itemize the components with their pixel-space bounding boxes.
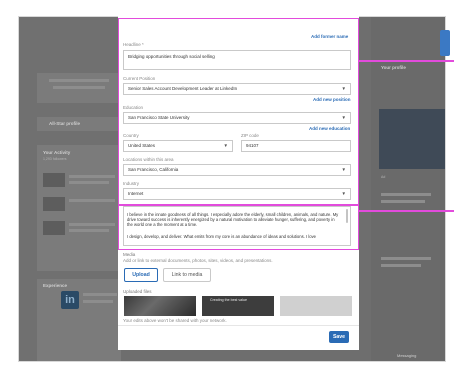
- upload-button[interactable]: Upload: [124, 268, 158, 282]
- experience-card: [37, 279, 121, 361]
- locations-select[interactable]: San Francisco, California ▼: [123, 164, 351, 176]
- activity-thumbnail: [43, 197, 65, 211]
- messaging-bar-label[interactable]: Messaging: [397, 353, 416, 358]
- uploaded-file-thumbnail[interactable]: [280, 296, 352, 316]
- industry-label: Industry: [123, 181, 140, 186]
- background-line: [69, 229, 109, 232]
- activity-count: 1,293 followers: [43, 157, 67, 161]
- background-line: [83, 300, 113, 303]
- activity-thumbnail: [43, 221, 65, 235]
- current-position-select[interactable]: Senior Sales Account Development Leader …: [123, 83, 351, 95]
- background-line: [381, 200, 425, 203]
- highlight-connector-bottom: [359, 210, 454, 212]
- country-select[interactable]: United States ▼: [123, 140, 233, 152]
- education-label: Education: [123, 105, 144, 110]
- summary-paragraph-1: I believe in the innate goodness of all …: [127, 212, 339, 228]
- background-line: [49, 79, 109, 82]
- right-rail-ad-label: Ad: [381, 175, 386, 179]
- uploaded-file-thumbnail[interactable]: Creating the best value: [202, 296, 274, 316]
- add-new-position-link[interactable]: Add new position: [313, 97, 351, 102]
- current-position-value: Senior Sales Account Development Leader …: [128, 86, 238, 91]
- background-line: [69, 181, 109, 184]
- save-button[interactable]: Save: [329, 331, 349, 343]
- education-select[interactable]: San Francisco State University ▼: [123, 112, 351, 124]
- summary-paragraph-2: I design, develop, and deliver. What emi…: [127, 234, 317, 239]
- background-line: [83, 293, 117, 296]
- background-line: [381, 257, 431, 260]
- summary-scrollbar[interactable]: [346, 209, 348, 223]
- activity-title: Your Activity: [43, 150, 71, 155]
- media-label: Media: [123, 252, 136, 257]
- industry-select[interactable]: Internet ▼: [123, 188, 351, 200]
- linkedin-logo-icon: in: [61, 291, 79, 309]
- thumbnail-caption: Creating the best value: [210, 298, 247, 302]
- background-line: [53, 86, 105, 89]
- country-value: United States: [128, 143, 156, 148]
- add-new-education-link[interactable]: Add new education: [309, 126, 350, 131]
- background-line: [69, 199, 115, 202]
- locations-value: San Francisco, California: [128, 167, 179, 172]
- privacy-note: Your edits above won't be shared with yo…: [123, 318, 227, 323]
- background-line: [381, 264, 421, 267]
- chevron-down-icon: ▼: [341, 191, 346, 196]
- locations-label: Locations within this area: [123, 157, 174, 162]
- education-value: San Francisco State University: [128, 115, 190, 120]
- headline-label: Headline *: [123, 42, 144, 47]
- add-former-name-link[interactable]: Add former name: [311, 34, 348, 39]
- country-label: Country: [123, 133, 139, 138]
- uploaded-files-label: Uploaded files: [123, 289, 152, 294]
- uploaded-file-thumbnail[interactable]: [124, 296, 196, 316]
- highlight-connector-top: [359, 60, 454, 62]
- industry-value: Internet: [128, 191, 144, 196]
- chevron-down-icon: ▼: [341, 167, 346, 172]
- right-rail-ad-image: [379, 109, 445, 169]
- background-line: [69, 223, 115, 226]
- background-line: [381, 193, 431, 196]
- modal-footer-divider: [118, 325, 359, 326]
- chevron-down-icon: ▼: [341, 115, 346, 120]
- activity-thumbnail: [43, 173, 65, 187]
- zip-code-label: ZIP code: [241, 133, 259, 138]
- background-line: [69, 175, 115, 178]
- link-to-media-button[interactable]: Link to media: [163, 268, 211, 282]
- side-tab[interactable]: [440, 30, 450, 56]
- current-position-label: Current Position: [123, 76, 156, 81]
- headline-input[interactable]: Bridging opportunities through social se…: [123, 50, 351, 70]
- profile-level-label: All-Star profile: [49, 121, 81, 126]
- zip-code-input[interactable]: 94107: [241, 140, 351, 152]
- media-help-text: Add or link to external documents, photo…: [123, 258, 273, 263]
- right-rail-title: Your profile: [381, 65, 406, 70]
- experience-title: Experience: [43, 283, 68, 288]
- chevron-down-icon: ▼: [223, 143, 228, 148]
- chevron-down-icon: ▼: [341, 86, 346, 91]
